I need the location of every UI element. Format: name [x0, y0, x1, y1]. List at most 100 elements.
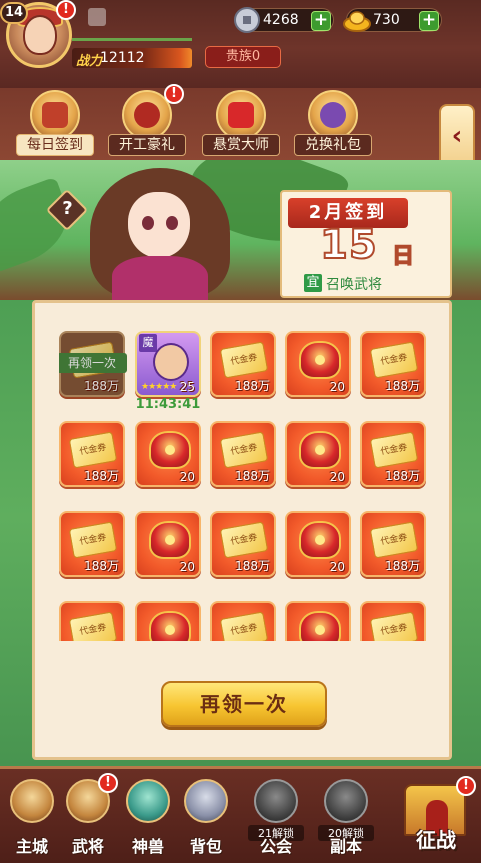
gold-currency: 730 +: [343, 8, 442, 32]
voucher-ticket-icon: 代金券: [219, 431, 269, 469]
power-value: 12112: [100, 50, 145, 66]
reward-cell[interactable]: 代金券: [59, 601, 125, 641]
helmet-icon: [299, 431, 341, 469]
nav-label: 神兽: [131, 837, 164, 856]
noble-badge[interactable]: 贵族0: [205, 46, 281, 68]
heroine-eye: [166, 216, 178, 230]
reward-cell[interactable]: 20: [135, 511, 201, 577]
reward-cell[interactable]: 代金券: [360, 601, 426, 641]
reward-cell[interactable]: [285, 601, 351, 641]
reward-quantity: 188万: [235, 559, 270, 573]
yi-badge: 宜: [304, 274, 322, 292]
gold-ingot-icon: [343, 11, 371, 32]
voucher-ticket-icon: 代金券: [369, 611, 419, 641]
calendar-day-suffix: 日: [391, 243, 415, 270]
signin-calendar: 2月签到 15 日 宜 召唤武将: [280, 190, 452, 298]
voucher-ticket-icon: 代金券: [369, 431, 419, 469]
hero-faction-tag: 魔: [139, 334, 157, 352]
hero-stars: ★★★★★: [141, 382, 177, 392]
reward-cell[interactable]: 20: [135, 421, 201, 487]
helmet-icon: [299, 611, 341, 641]
reward-cell[interactable]: 代金券188万再领一次: [59, 331, 127, 397]
reward-cell[interactable]: 代金券 188万: [360, 421, 426, 487]
reward-cell[interactable]: [135, 601, 201, 641]
reward-quantity: 20: [179, 470, 195, 484]
reward-cell[interactable]: 代金券 188万: [59, 421, 125, 487]
exp-bar: [72, 38, 192, 41]
exchange-gift-icon: [308, 90, 358, 140]
gold-value: 730: [373, 12, 400, 28]
top-bar: 14 ! 4268 + 730 + 战力 12112 贵族0: [0, 0, 481, 88]
claim-again-button[interactable]: 再领一次: [161, 681, 327, 727]
silver-currency: 4268 +: [234, 7, 334, 33]
heroine-face: [128, 192, 190, 258]
reward-cell[interactable]: 代金券 188万: [360, 511, 426, 577]
add-gold-button[interactable]: +: [419, 11, 439, 31]
voucher-ticket-icon: 代金券: [219, 611, 269, 641]
nav-dungeon[interactable]: 20解锁 副本: [316, 777, 376, 862]
backpack-icon: [184, 779, 228, 823]
avatar-alert-icon: !: [56, 0, 76, 20]
reward-grid: 代金券188万再领一次魔★★★★★2511:43:41代金券188万20代金券1…: [59, 327, 439, 641]
work-gift-alert-icon: !: [164, 84, 184, 104]
guild-lock-icon: [254, 779, 298, 823]
reward-quantity: 20: [329, 560, 345, 574]
reward-quantity: 188万: [385, 379, 420, 393]
campaign-alert-icon: !: [456, 776, 476, 796]
nav-label: 背包: [189, 837, 222, 856]
feature-label: 悬赏大师: [202, 134, 280, 156]
hero-portrait-icon: [153, 343, 189, 381]
nav-guild[interactable]: 21解锁 公会: [246, 777, 306, 862]
voucher-ticket-icon: 代金券: [68, 431, 118, 469]
power-label: 战力: [76, 54, 103, 69]
question-icon: ?: [62, 197, 73, 219]
reward-quantity: 25: [179, 380, 195, 394]
reward-cell[interactable]: 魔 ★★★★★ 25: [135, 331, 201, 397]
nav-campaign[interactable]: 征战 !: [398, 776, 476, 860]
helmet-icon: [299, 521, 341, 559]
reward-cell[interactable]: 代金券 188万: [210, 331, 276, 397]
nav-label: 武将: [71, 837, 104, 856]
nav-main-city[interactable]: 主城: [2, 777, 62, 862]
main-city-icon: [10, 779, 54, 823]
nav-general[interactable]: 武将 !: [58, 773, 118, 862]
nav-backpack[interactable]: 背包: [176, 777, 236, 862]
voucher-ticket-icon: 代金券: [219, 521, 269, 559]
dungeon-lock-icon: [324, 779, 368, 823]
feature-label: 兑换礼包: [294, 134, 372, 156]
reward-quantity: 188万: [84, 559, 119, 573]
feature-exchange-gift[interactable]: 兑换礼包: [294, 88, 372, 160]
calendar-activity: 召唤武将: [326, 277, 382, 293]
heroine-dress: [112, 256, 208, 300]
general-alert-icon: !: [98, 773, 118, 793]
reward-cell[interactable]: 20: [285, 511, 351, 577]
silver-coin-icon: [234, 7, 260, 33]
reward-cell[interactable]: 代金券: [210, 601, 276, 641]
calendar-day: 15: [319, 221, 378, 269]
campaign-label: 征战: [416, 828, 456, 852]
reward-cell[interactable]: 代金券 188万: [360, 331, 426, 397]
silver-value: 4268: [263, 12, 299, 28]
reward-cell[interactable]: 20: [285, 331, 351, 397]
add-silver-button[interactable]: +: [311, 11, 331, 31]
reward-cell[interactable]: 代金券 188万: [59, 511, 125, 577]
helmet-icon: [299, 341, 341, 379]
reward-quantity: 188万: [385, 559, 420, 573]
feature-label: 每日签到: [16, 134, 94, 156]
reward-quantity: 188万: [235, 469, 270, 483]
helmet-icon: [149, 431, 191, 469]
voucher-ticket-icon: 代金券: [68, 611, 118, 641]
divine-beast-icon: [126, 779, 170, 823]
nav-label: 公会: [259, 837, 292, 856]
reward-quantity: 188万: [84, 379, 119, 393]
feature-daily-signin[interactable]: 每日签到: [16, 88, 94, 160]
feature-work-gift[interactable]: 开工豪礼 !: [108, 84, 186, 160]
hero-countdown-timer: 11:43:41: [135, 397, 201, 412]
reward-cell[interactable]: 代金券 188万: [210, 421, 276, 487]
nav-divine-beast[interactable]: 神兽: [118, 777, 178, 862]
reward-quantity: 188万: [385, 469, 420, 483]
nav-label: 主城: [15, 837, 48, 856]
feature-bounty-master[interactable]: 悬赏大师: [202, 88, 280, 160]
reward-cell[interactable]: 代金券 188万: [210, 511, 276, 577]
reward-cell[interactable]: 20: [285, 421, 351, 487]
